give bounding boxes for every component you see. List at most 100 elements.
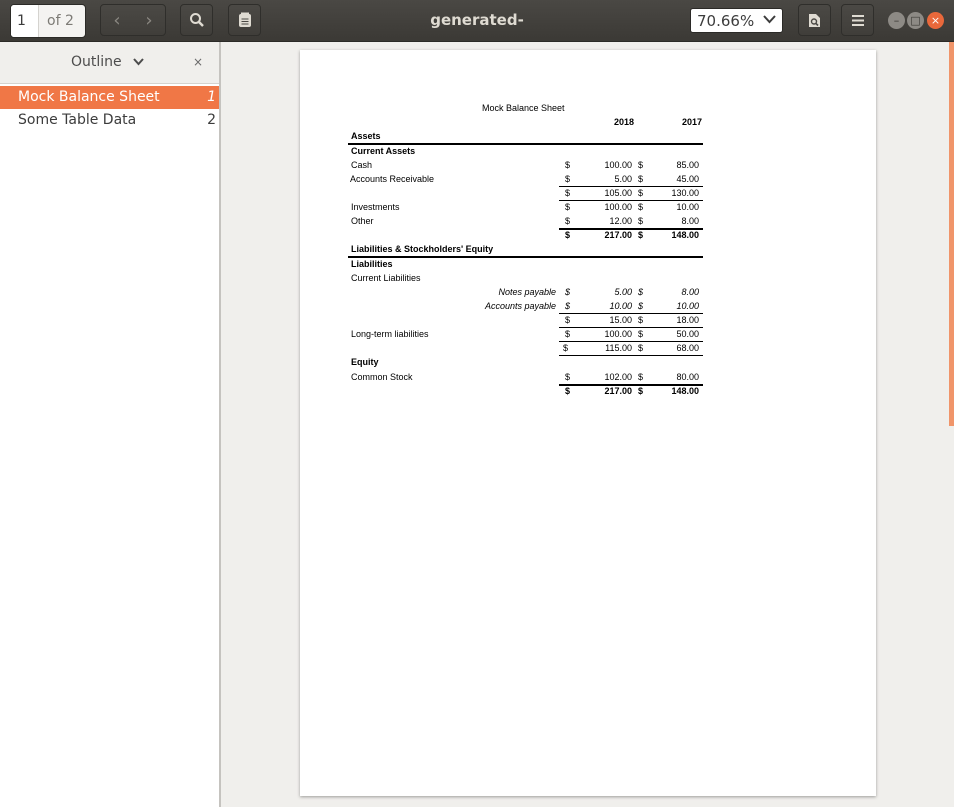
search-button[interactable] [180, 4, 213, 36]
currency-symbol: $ [638, 188, 644, 198]
outline-item-label: Mock Balance Sheet [18, 89, 160, 105]
currency-symbol: $ [638, 216, 644, 226]
currency-symbol: $ [565, 202, 571, 212]
close-window-button[interactable]: × [927, 12, 944, 29]
row-label: Common Stock [351, 372, 413, 382]
current-page-input[interactable]: 1 [11, 5, 39, 37]
value-2017: 148.00 [671, 230, 699, 240]
search-icon [189, 13, 204, 27]
row-label: Equity [351, 357, 379, 367]
value-2017: 8.00 [681, 216, 699, 226]
currency-symbol: $ [638, 372, 644, 382]
clipboard-icon [238, 12, 251, 27]
currency-symbol: $ [565, 301, 571, 311]
value-2018: 105.00 [604, 188, 632, 198]
value-2018: 100.00 [604, 160, 632, 170]
currency-symbol: $ [638, 230, 644, 240]
value-2017: 68.00 [676, 343, 699, 353]
value-2018: 12.00 [609, 216, 632, 226]
document-title: generated-sheet3095809995634720196.pdf [337, 11, 616, 70]
table-rule-line [559, 186, 703, 187]
currency-symbol: $ [638, 301, 644, 311]
value-2017: 85.00 [676, 160, 699, 170]
currency-symbol: $ [565, 315, 571, 325]
table-rule-line [348, 143, 703, 145]
row-label: Long-term liabilities [351, 329, 429, 339]
table-rule-line [559, 327, 703, 328]
value-2018: 217.00 [604, 230, 632, 240]
row-label: Accounts payable [484, 301, 556, 311]
value-2018: 15.00 [609, 315, 632, 325]
sidebar-mode-label[interactable]: Outline [71, 42, 122, 83]
value-2018: 5.00 [614, 174, 632, 184]
value-2017: 130.00 [671, 188, 699, 198]
minimize-icon: – [893, 14, 900, 27]
value-2018: 5.00 [614, 287, 632, 297]
page-navigation-group: ‹ › [100, 4, 166, 36]
menu-button[interactable] [841, 4, 874, 36]
chevron-down-icon[interactable] [133, 42, 144, 83]
zoom-level-select[interactable]: 70.66% [690, 8, 783, 33]
chevron-down-icon[interactable] [763, 9, 776, 33]
page-count-label: of 2 [47, 13, 74, 29]
currency-symbol: $ [563, 343, 569, 353]
column-header-2017: 2017 [681, 117, 702, 127]
currency-symbol: $ [565, 386, 571, 396]
chevron-left-icon[interactable]: ‹ [101, 10, 133, 31]
value-2017: 45.00 [676, 174, 699, 184]
outline-item-page: 1 [207, 89, 216, 105]
chevron-right-icon[interactable]: › [133, 10, 165, 31]
currency-symbol: $ [565, 188, 571, 198]
value-2017: 10.00 [676, 301, 699, 311]
row-label: Current Liabilities [351, 273, 421, 283]
page-number-entry[interactable]: 1 of 2 [10, 4, 86, 38]
currency-symbol: $ [565, 216, 571, 226]
sidebar-header: Outline × [0, 42, 219, 84]
currency-symbol: $ [565, 230, 571, 240]
close-sidebar-icon[interactable]: × [193, 42, 203, 83]
minimize-window-button[interactable]: – [888, 12, 905, 29]
currency-symbol: $ [638, 343, 644, 353]
pdf-page: Mock Balance Sheet 2018 2017 Assets Curre… [300, 50, 876, 796]
currency-symbol: $ [638, 202, 644, 212]
value-2018: 10.00 [609, 301, 632, 311]
header-bar: 1 of 2 ‹ › generated-sheet30958099956347… [0, 0, 954, 70]
page-search-icon [809, 13, 820, 27]
outline-item-some-table-data[interactable]: Some Table Data 2 [0, 109, 219, 132]
value-2017: 18.00 [676, 315, 699, 325]
outline-item-mock-balance-sheet[interactable]: Mock Balance Sheet 1 [0, 86, 219, 109]
currency-symbol: $ [565, 160, 571, 170]
currency-symbol: $ [638, 386, 644, 396]
maximize-window-button[interactable]: □ [907, 12, 924, 29]
row-label: Investments [351, 202, 400, 212]
currency-symbol: $ [638, 174, 644, 184]
row-label: Other [351, 216, 374, 226]
annotations-button[interactable] [228, 4, 261, 36]
row-label: Cash [351, 160, 373, 170]
currency-symbol: $ [565, 372, 571, 382]
row-label: Liabilities [351, 259, 393, 269]
value-2017: 80.00 [676, 372, 699, 382]
outline-sidebar: Outline × Mock Balance Sheet 1 Some Tabl… [0, 42, 220, 807]
row-label: Current Assets [351, 146, 416, 156]
vertical-scrollbar[interactable] [949, 42, 954, 426]
row-label: Accounts Receivable [350, 174, 435, 184]
table-rule-line [559, 341, 703, 342]
zoom-value[interactable]: 70.66% [697, 9, 754, 33]
currency-symbol: $ [565, 329, 571, 339]
outline-item-label: Some Table Data [18, 112, 137, 128]
value-2018: 100.00 [604, 329, 632, 339]
row-label: Notes payable [498, 287, 556, 297]
value-2017: 10.00 [676, 202, 699, 212]
table-rule-line [348, 256, 703, 258]
row-label: Assets [351, 131, 381, 141]
value-2017: 50.00 [676, 329, 699, 339]
value-2018: 115.00 [605, 343, 632, 353]
currency-symbol: $ [638, 287, 644, 297]
currency-symbol: $ [565, 287, 571, 297]
value-2018: 102.00 [604, 372, 632, 382]
table-rule-line [559, 200, 703, 201]
sidebar-resize-handle[interactable] [219, 42, 221, 807]
hamburger-menu-icon [851, 14, 864, 26]
find-page-button[interactable] [798, 4, 831, 36]
